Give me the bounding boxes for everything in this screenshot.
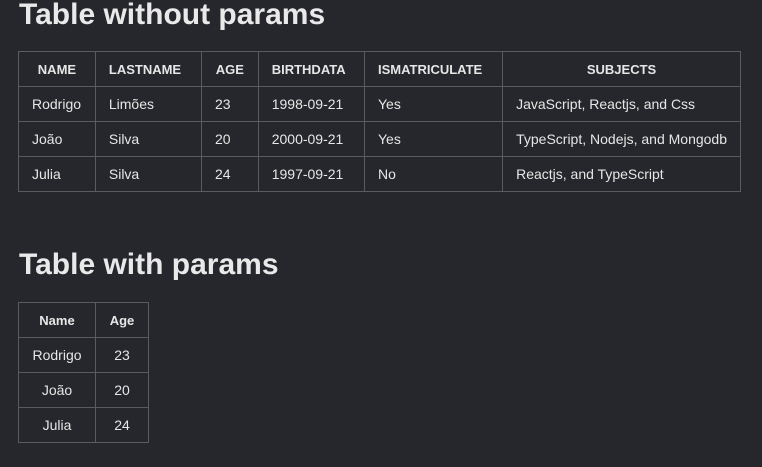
column-header-age: AGE xyxy=(200,51,259,87)
table-row: Julia Silva 24 1997-09-21 No Reactjs, an… xyxy=(18,156,741,192)
cell-ismatriculate: Yes xyxy=(363,86,504,122)
column-header-ismatriculate: ISMATRICULATE xyxy=(363,51,504,87)
cell-name: Rodrigo xyxy=(18,337,96,373)
cell-age: 24 xyxy=(95,407,149,443)
table-with-params-title: Table with params xyxy=(19,248,279,281)
cell-ismatriculate: No xyxy=(363,156,504,192)
table-header-row: NAME LASTNAME AGE BIRTHDATA ISMATRICULAT… xyxy=(18,51,741,87)
table-row: Rodrigo 23 xyxy=(18,337,149,373)
column-header-name: Name xyxy=(18,302,96,338)
column-header-lastname: LASTNAME xyxy=(94,51,202,87)
cell-ismatriculate: Yes xyxy=(363,121,504,157)
cell-name: João xyxy=(18,121,96,157)
table-without-params: NAME LASTNAME AGE BIRTHDATA ISMATRICULAT… xyxy=(18,51,741,192)
cell-subjects: JavaScript, Reactjs, and Css xyxy=(502,86,741,122)
table-without-params-title: Table without params xyxy=(19,0,326,31)
page: Table without params NAME LASTNAME AGE B… xyxy=(0,0,762,467)
table-with-params: Name Age Rodrigo 23 João 20 Julia 24 xyxy=(18,302,149,443)
cell-age: 23 xyxy=(200,86,259,122)
cell-birthdata: 2000-09-21 xyxy=(257,121,365,157)
cell-name: Julia xyxy=(18,407,96,443)
cell-subjects: TypeScript, Nodejs, and Mongodb xyxy=(502,121,741,157)
cell-birthdata: 1998-09-21 xyxy=(257,86,365,122)
column-header-birthdata: BIRTHDATA xyxy=(257,51,365,87)
column-header-name: NAME xyxy=(18,51,96,87)
column-header-age: Age xyxy=(95,302,149,338)
cell-age: 20 xyxy=(200,121,259,157)
cell-lastname: Silva xyxy=(94,156,202,192)
table-row: João Silva 20 2000-09-21 Yes TypeScript,… xyxy=(18,121,741,157)
cell-age: 20 xyxy=(95,372,149,408)
table-row: Julia 24 xyxy=(18,407,149,443)
table-row: Rodrigo Limões 23 1998-09-21 Yes JavaScr… xyxy=(18,86,741,122)
cell-name: Rodrigo xyxy=(18,86,96,122)
cell-subjects: Reactjs, and TypeScript xyxy=(502,156,741,192)
table-row: João 20 xyxy=(18,372,149,408)
cell-lastname: Limões xyxy=(94,86,202,122)
table-header-row: Name Age xyxy=(18,302,149,338)
cell-name: João xyxy=(18,372,96,408)
cell-lastname: Silva xyxy=(94,121,202,157)
cell-age: 23 xyxy=(95,337,149,373)
column-header-subjects: SUBJECTS xyxy=(502,51,741,87)
cell-age: 24 xyxy=(200,156,259,192)
cell-birthdata: 1997-09-21 xyxy=(257,156,365,192)
cell-name: Julia xyxy=(18,156,96,192)
